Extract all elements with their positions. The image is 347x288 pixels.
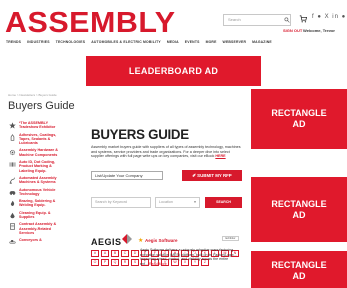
letter-filter[interactable]: C	[121, 250, 129, 257]
star-icon	[9, 122, 16, 129]
main-content: Home > Newsletters > Buyers Guide Buyers…	[0, 90, 248, 288]
sidebar-item-brazing[interactable]: Brazing, Soldering & Welding Equip.	[9, 199, 59, 208]
letter-filter[interactable]: D	[131, 250, 139, 257]
category-sidebar: *The ASSEMBLY Tradeshow Exhibitor Adhesi…	[9, 121, 59, 249]
company-name-link[interactable]: Aegis Software	[145, 238, 178, 243]
buyers-guide-description: Assembly market buyers guide with suppli…	[91, 145, 241, 159]
sidebar-item-cleaning[interactable]: Cleaning Equip. & Supplies	[9, 211, 59, 220]
nav-item-automobiles[interactable]: AUTOMOBILES & ELECTRIC MOBILITY	[91, 40, 161, 48]
sidebar-item-automated[interactable]: Automated Assembly Machines & Systems	[9, 176, 59, 185]
social-icons[interactable]: f ● X in ●	[312, 14, 346, 20]
car-icon	[9, 190, 16, 195]
sidebar-item-autonomous[interactable]: Autonomous Vehicle Technology	[9, 188, 59, 197]
sidebar-item-contract[interactable]: Contract Assembly & Assembly-Related Ser…	[9, 222, 59, 235]
sidebar-item-label: Auto ID, Dot Coding, Product Marking & L…	[19, 160, 56, 173]
sidebar-item-label: Conveyors &	[19, 238, 42, 243]
robot-arm-icon	[9, 177, 15, 184]
nav-item-media[interactable]: MEDIA	[167, 40, 179, 48]
adhesive-icon	[10, 133, 15, 141]
letter-filter[interactable]: A	[101, 250, 109, 257]
keyword-search-input[interactable]: Search by Keyword	[91, 197, 151, 208]
nav-item-trends[interactable]: TRENDS	[6, 40, 21, 48]
search-icon[interactable]	[284, 15, 290, 25]
rectangle-ad-label: RECTANGLE AD	[271, 260, 327, 281]
document-icon	[10, 223, 15, 230]
site-logo[interactable]: ASSEMBLY	[5, 8, 176, 38]
welcome-text: Welcome, Trevor	[303, 28, 335, 33]
nav-item-magazine[interactable]: MAGAZINE	[252, 40, 272, 48]
sidebar-item-conveyors[interactable]: Conveyors &	[9, 238, 59, 246]
sidebar-item-label: Brazing, Soldering & Welding Equip.	[19, 199, 56, 208]
rectangle-ad-3[interactable]: RECTANGLE AD	[251, 251, 347, 288]
letter-filter[interactable]: Q	[111, 259, 119, 266]
letter-filter[interactable]: #	[91, 250, 99, 257]
aegis-logo-mark	[122, 234, 132, 244]
page-title: Buyers Guide	[8, 100, 75, 112]
read-more-link[interactable]: Read More	[149, 262, 167, 266]
chevron-down-icon: ▾	[194, 200, 196, 204]
sidebar-item-adhesives[interactable]: Adhesives, Coatings, Tapes, Sealants & L…	[9, 133, 59, 146]
main-nav: TRENDS INDUSTRIES TECHNOLOGIES AUTOMOBIL…	[0, 40, 347, 48]
letter-filter[interactable]: O	[91, 259, 99, 266]
sidebar-item-label: Assembly Hardware & Machine Components	[19, 148, 58, 157]
sidebar-item-label: *The ASSEMBLY Tradeshow Exhibitor	[19, 121, 56, 130]
sidebar-item-label: Automated Assembly Machines & Systems	[19, 175, 57, 185]
list-update-company-button[interactable]: List/Update Your Company	[91, 171, 163, 180]
flame-icon	[10, 200, 15, 207]
gear-icon	[9, 150, 16, 156]
company-description: Aegis Software delivers a uniquely adapt…	[140, 248, 237, 266]
rectangle-ad-label: RECTANGLE AD	[271, 108, 327, 129]
exhibitor-badge: Exhibitor	[222, 236, 239, 241]
barcode-icon	[9, 162, 16, 167]
letter-filter[interactable]: S	[131, 259, 139, 266]
nav-item-more[interactable]: MORE	[206, 40, 217, 48]
location-select[interactable]: Location ▾	[155, 197, 200, 208]
signout-link[interactable]: SIGN OUT	[283, 28, 302, 33]
search-input[interactable]: Search	[223, 14, 291, 26]
search-button[interactable]: SEARCH	[205, 197, 242, 208]
sidebar-item-autoid[interactable]: Auto ID, Dot Coding, Product Marking & L…	[9, 160, 59, 173]
leaderboard-ad[interactable]: LEADERBOARD AD	[86, 56, 261, 86]
droplet-icon	[10, 212, 15, 219]
letter-filter[interactable]: P	[101, 259, 109, 266]
sidebar-item-label: Contract Assembly & Assembly-Related Ser…	[19, 222, 57, 235]
here-link[interactable]: HERE	[215, 154, 225, 158]
breadcrumb[interactable]: Home > Newsletters > Buyers Guide	[8, 93, 57, 97]
rectangle-ad-2[interactable]: RECTANGLE AD	[251, 177, 347, 242]
rectangle-ad-1[interactable]: RECTANGLE AD	[251, 89, 347, 149]
sidebar-item-hardware[interactable]: Assembly Hardware & Machine Components	[9, 148, 59, 157]
submit-rfp-button[interactable]: ✐ SUBMIT MY RFP	[182, 170, 242, 181]
page: ASSEMBLY Search f ● X in ● SIGN OUT Welc…	[0, 0, 347, 288]
letter-filter[interactable]: B	[111, 250, 119, 257]
rectangle-ad-label: RECTANGLE AD	[271, 198, 327, 220]
company-logo[interactable]: AEGIS	[91, 237, 122, 247]
cart-icon[interactable]	[299, 15, 307, 23]
letter-filter[interactable]: R	[121, 259, 129, 266]
sidebar-item-label: Autonomous Vehicle Technology	[19, 187, 56, 196]
nav-item-events[interactable]: EVENTS	[185, 40, 200, 48]
sidebar-item-label: Cleaning Equip. & Supplies	[19, 210, 51, 220]
nav-item-webserver[interactable]: WEBSERVER	[223, 40, 247, 48]
site-header: ASSEMBLY Search f ● X in ● SIGN OUT Welc…	[0, 0, 347, 50]
conveyor-icon	[9, 240, 16, 244]
submit-rfp-label: SUBMIT MY RFP	[197, 173, 232, 178]
nav-item-technologies[interactable]: TECHNOLOGIES	[56, 40, 86, 48]
star-icon: ★	[138, 238, 144, 244]
nav-item-industries[interactable]: INDUSTRIES	[27, 40, 50, 48]
buyers-guide-hero-title: BUYERS GUIDE	[91, 126, 189, 142]
location-placeholder: Location	[159, 200, 173, 204]
sidebar-item-label: Adhesives, Coatings, Tapes, Sealants & L…	[19, 132, 57, 146]
sidebar-item-exhibitor[interactable]: *The ASSEMBLY Tradeshow Exhibitor	[9, 121, 59, 130]
